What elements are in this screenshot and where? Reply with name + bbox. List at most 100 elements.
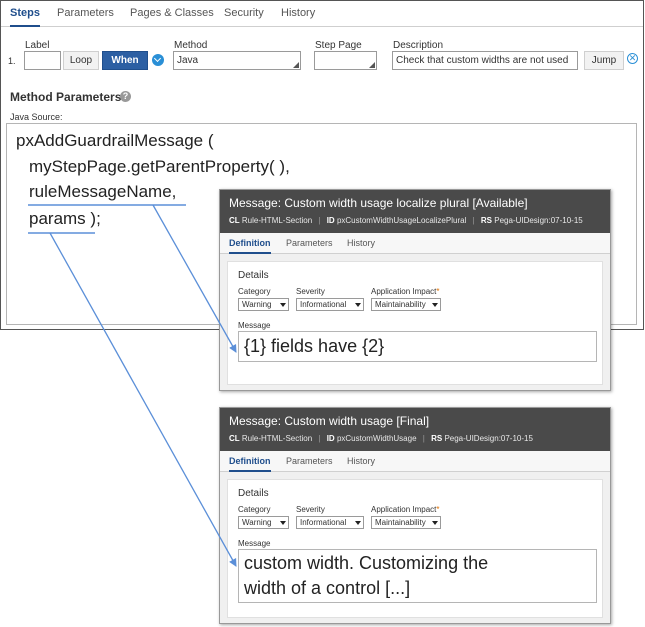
message-caption: Message xyxy=(238,539,271,548)
required-mark: * xyxy=(436,287,440,296)
popup-header: Message: Custom width usage localize plu… xyxy=(220,190,610,233)
tab-history[interactable]: History xyxy=(347,233,375,254)
tab-pages-and-classes[interactable]: Pages & Classes xyxy=(130,1,214,27)
ruleset-value: Pega-UIDesign:07-10-15 xyxy=(494,216,583,225)
impact-caption: Application Impact* xyxy=(371,287,440,296)
popup-title: Message: Custom width usage localize plu… xyxy=(229,196,528,210)
dropdown-arrow-icon xyxy=(432,521,438,525)
popup-tab-bar: Definition Parameters History xyxy=(220,233,610,254)
category-select[interactable]: Warning xyxy=(238,516,289,529)
rule-form-tab-bar: Steps Parameters Pages & Classes Securit… xyxy=(1,1,643,27)
loop-button[interactable]: Loop xyxy=(63,51,99,70)
method-value: Java xyxy=(177,55,199,66)
meta-separator: | xyxy=(318,434,321,443)
category-select[interactable]: Warning xyxy=(238,298,289,311)
java-source-caption: Java Source: xyxy=(10,112,63,122)
resize-corner-icon xyxy=(369,62,375,68)
message-rule-popup: Message: Custom width usage [Final] CL R… xyxy=(219,407,611,624)
method-parameters-heading: Method Parameters xyxy=(10,90,122,104)
severity-select[interactable]: Informational xyxy=(296,298,364,311)
severity-caption: Severity xyxy=(296,287,325,296)
step-page-caption: Step Page xyxy=(315,40,362,51)
description-input[interactable]: Check that custom widths are not used xyxy=(392,51,578,70)
dropdown-arrow-icon xyxy=(355,303,361,307)
dropdown-arrow-icon xyxy=(280,303,286,307)
dropdown-arrow-icon xyxy=(432,303,438,307)
tab-definition[interactable]: Definition xyxy=(229,451,271,472)
impact-select[interactable]: Maintainability xyxy=(371,516,441,529)
message-line: custom width. Customizing the xyxy=(244,553,489,573)
message-line: width of a control [...] xyxy=(244,578,411,598)
required-mark: * xyxy=(436,505,440,514)
message-rule-popup: Message: Custom width usage localize plu… xyxy=(219,189,611,391)
popup-title: Message: Custom width usage [Final] xyxy=(229,414,430,428)
tab-parameters[interactable]: Parameters xyxy=(286,233,333,254)
meta-separator: | xyxy=(422,434,425,443)
resize-corner-icon xyxy=(293,62,299,68)
dropdown-arrow-icon xyxy=(280,521,286,525)
message-caption: Message xyxy=(238,321,271,330)
impact-value: Maintainability xyxy=(375,300,426,309)
severity-caption: Severity xyxy=(296,505,325,514)
impact-caption-text: Application Impact xyxy=(371,287,437,296)
ruleset-value: Pega-UIDesign:07-10-15 xyxy=(444,434,533,443)
class-value: Rule-HTML-Section xyxy=(241,434,313,443)
tab-definition[interactable]: Definition xyxy=(229,233,271,254)
id-value: pxCustomWidthUsageLocalizePlural xyxy=(336,216,467,225)
id-value: pxCustomWidthUsage xyxy=(336,434,417,443)
popup-details-panel: Details Category Severity Application Im… xyxy=(227,261,603,385)
tab-history[interactable]: History xyxy=(281,1,315,27)
id-tag: ID xyxy=(326,434,335,443)
tab-parameters[interactable]: Parameters xyxy=(57,1,114,27)
label-caption: Label xyxy=(25,40,50,51)
message-text-field[interactable]: custom width. Customizing the width of a… xyxy=(238,549,597,603)
chevron-down-circle-icon[interactable] xyxy=(152,54,164,66)
step-page-input[interactable] xyxy=(314,51,377,70)
impact-select[interactable]: Maintainability xyxy=(371,298,441,311)
popup-tab-bar: Definition Parameters History xyxy=(220,451,610,472)
close-circle-icon[interactable]: ✕ xyxy=(627,53,638,64)
class-tag: CL xyxy=(229,216,240,225)
ruleset-tag: RS xyxy=(431,434,443,443)
step-label-input[interactable] xyxy=(24,51,61,70)
code-line: myStepPage.getParentProperty( ), xyxy=(29,157,290,176)
category-caption: Category xyxy=(238,505,271,514)
step-number: 1. xyxy=(8,56,16,66)
category-value: Warning xyxy=(242,518,272,527)
dropdown-arrow-icon xyxy=(355,521,361,525)
description-caption: Description xyxy=(393,40,444,51)
jump-button[interactable]: Jump xyxy=(584,51,624,70)
details-heading: Details xyxy=(238,270,269,281)
ruleset-tag: RS xyxy=(480,216,492,225)
popup-details-panel: Details Category Severity Application Im… xyxy=(227,479,603,618)
popup-rule-meta: CL Rule-HTML-Section | ID pxCustomWidthU… xyxy=(229,216,583,225)
code-line: pxAddGuardrailMessage ( xyxy=(16,131,214,150)
severity-value: Informational xyxy=(300,518,347,527)
code-line: params ); xyxy=(29,209,101,228)
impact-value: Maintainability xyxy=(375,518,426,527)
category-value: Warning xyxy=(242,300,272,309)
tab-security[interactable]: Security xyxy=(224,1,264,27)
when-button[interactable]: When xyxy=(102,51,148,70)
class-tag: CL xyxy=(229,434,240,443)
class-value: Rule-HTML-Section xyxy=(241,216,313,225)
message-text-field[interactable]: {1} fields have {2} xyxy=(238,331,597,362)
meta-separator: | xyxy=(318,216,321,225)
severity-value: Informational xyxy=(300,300,347,309)
tab-parameters[interactable]: Parameters xyxy=(286,451,333,472)
severity-select[interactable]: Informational xyxy=(296,516,364,529)
impact-caption: Application Impact* xyxy=(371,505,440,514)
popup-rule-meta: CL Rule-HTML-Section | ID pxCustomWidthU… xyxy=(229,434,533,443)
meta-separator: | xyxy=(472,216,475,225)
category-caption: Category xyxy=(238,287,271,296)
help-icon[interactable]: ? xyxy=(120,91,131,102)
method-caption: Method xyxy=(174,40,208,51)
tab-history[interactable]: History xyxy=(347,451,375,472)
method-input[interactable]: Java xyxy=(173,51,301,70)
tab-steps[interactable]: Steps xyxy=(10,1,40,27)
popup-header: Message: Custom width usage [Final] CL R… xyxy=(220,408,610,451)
id-tag: ID xyxy=(326,216,335,225)
code-line: ruleMessageName, xyxy=(29,182,177,201)
details-heading: Details xyxy=(238,488,269,499)
impact-caption-text: Application Impact xyxy=(371,505,437,514)
